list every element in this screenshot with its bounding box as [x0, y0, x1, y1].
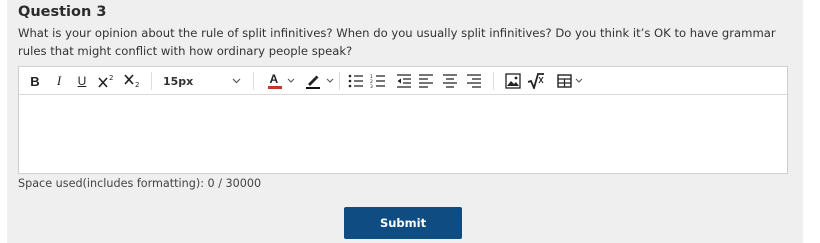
font-color-icon: A — [267, 72, 282, 90]
image-icon — [505, 73, 521, 89]
outdent-button[interactable] — [395, 67, 413, 95]
bold-button[interactable]: B — [27, 67, 43, 95]
chevron-down-icon — [326, 78, 333, 83]
editor-toolbar: B I U 2 2 15px A 1 2 3 — [19, 67, 787, 95]
highlight-color-button[interactable] — [302, 67, 336, 95]
font-color-button[interactable]: A — [265, 67, 297, 95]
bullet-list-button[interactable] — [347, 67, 365, 95]
svg-text:2: 2 — [135, 81, 139, 88]
insert-image-button[interactable] — [503, 67, 523, 95]
subscript-button[interactable]: 2 — [123, 67, 143, 95]
bullet-list-icon — [348, 74, 363, 88]
chevron-down-icon — [575, 78, 583, 83]
square-root-icon — [527, 73, 544, 89]
chevron-down-icon — [232, 78, 241, 84]
chevron-down-icon — [287, 78, 294, 83]
numbered-list-button[interactable]: 1 2 3 — [369, 67, 387, 95]
bold-icon: B — [30, 73, 40, 89]
align-center-button[interactable] — [441, 67, 459, 95]
superscript-button[interactable]: 2 — [97, 67, 117, 95]
underline-icon: U — [77, 74, 87, 88]
table-icon — [557, 74, 572, 88]
align-center-icon — [443, 74, 457, 88]
svg-text:3: 3 — [370, 84, 373, 88]
outdent-icon — [397, 74, 411, 88]
question-text: What is your opinion about the rule of s… — [18, 26, 776, 58]
font-size-select[interactable]: 15px — [155, 67, 249, 95]
question-title: Question 3 — [18, 4, 107, 20]
align-right-button[interactable] — [465, 67, 483, 95]
toolbar-divider — [151, 72, 152, 90]
align-left-icon — [419, 74, 433, 88]
subscript-icon: 2 — [124, 74, 139, 88]
font-size-value: 15px — [163, 74, 194, 88]
submit-button[interactable]: Submit — [344, 207, 462, 239]
underline-button[interactable]: U — [75, 67, 89, 95]
superscript-icon: 2 — [98, 74, 113, 88]
space-used-indicator: Space used(includes formatting): 0 / 300… — [18, 177, 262, 190]
svg-text:2: 2 — [109, 74, 113, 82]
toolbar-divider — [339, 72, 340, 90]
numbered-list-icon: 1 2 3 — [370, 74, 385, 88]
toolbar-divider — [493, 72, 494, 90]
insert-table-button[interactable] — [553, 67, 587, 95]
rich-text-editor: B I U 2 2 15px A 1 2 3 — [18, 66, 788, 174]
italic-icon: I — [56, 73, 62, 88]
highlighter-icon — [305, 75, 320, 89]
italic-button[interactable]: I — [52, 67, 66, 95]
editor-content-area[interactable] — [19, 96, 787, 173]
align-right-icon — [467, 74, 481, 88]
insert-equation-button[interactable] — [525, 67, 547, 95]
align-left-button[interactable] — [417, 67, 435, 95]
question-panel: Question 3 What is your opinion about th… — [7, 0, 803, 243]
toolbar-divider — [253, 72, 254, 90]
